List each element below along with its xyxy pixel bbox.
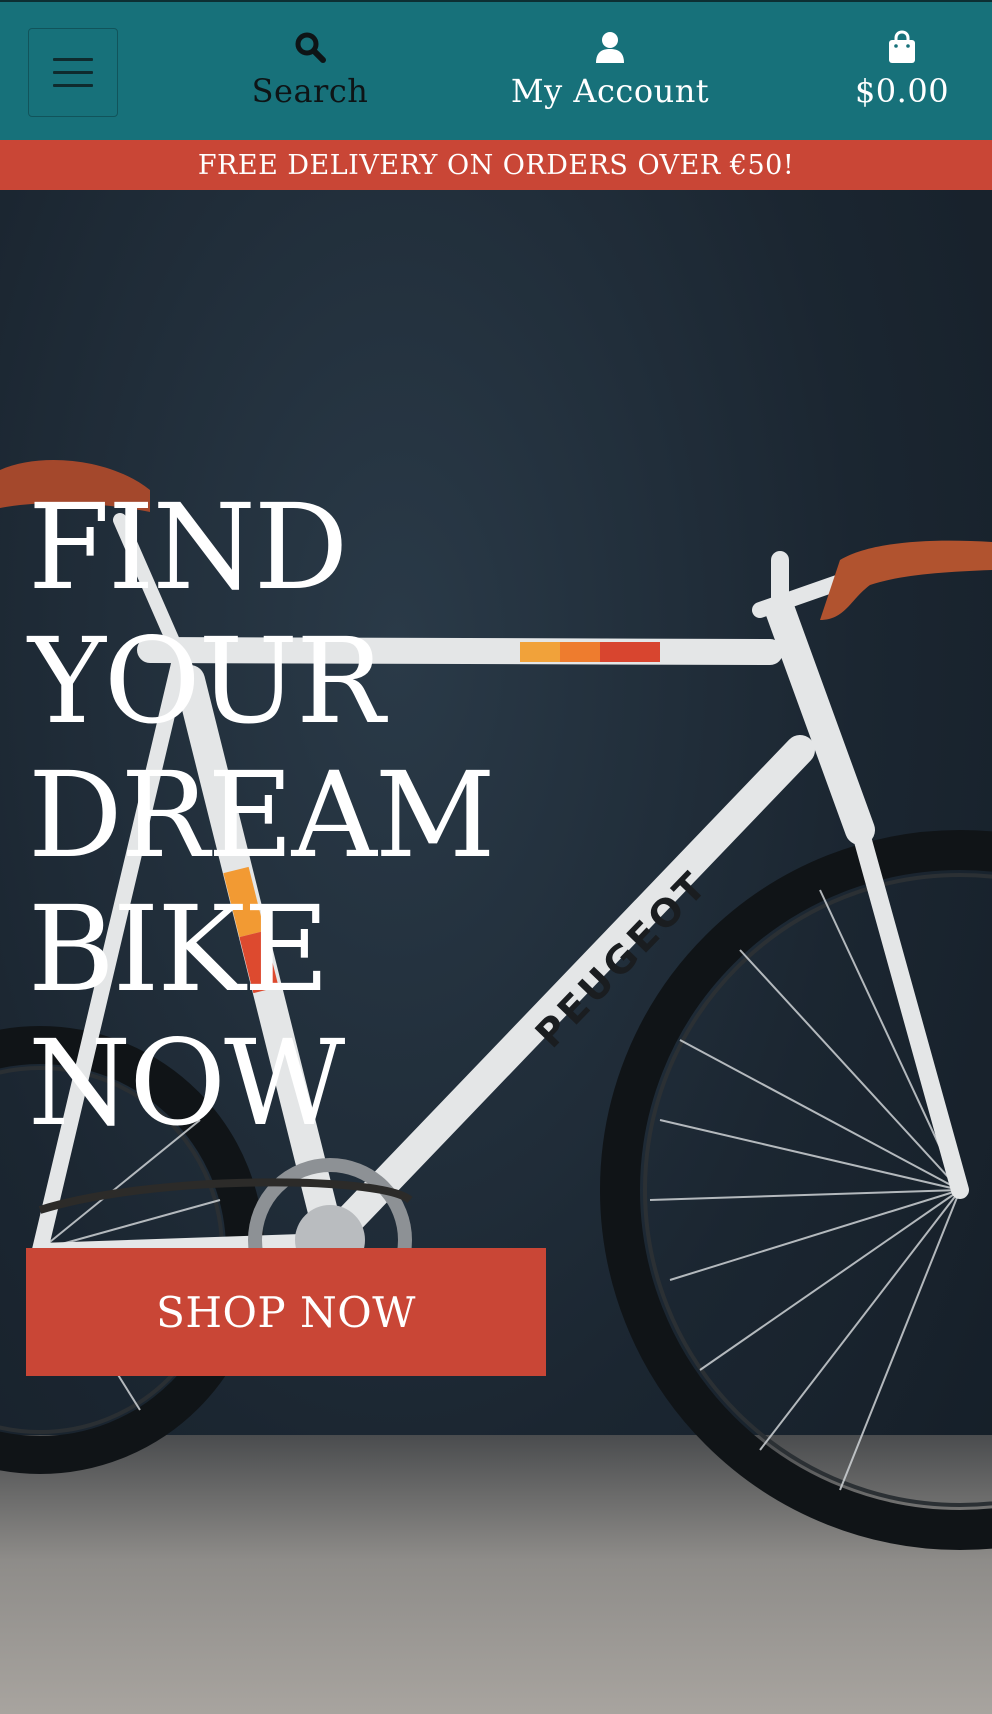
headline-line: FIND <box>28 478 348 616</box>
hero-headline: FIND YOUR DREAM BIKE NOW <box>28 480 548 1150</box>
headline-line: NOW <box>28 1014 345 1152</box>
cart-total: $0.00 <box>854 72 950 110</box>
headline-line: YOUR <box>28 612 385 750</box>
cart-link[interactable]: $0.00 <box>842 30 962 110</box>
headline-line: BIKE <box>28 880 330 1018</box>
top-navigation-bar: Search My Account $0.00 <box>0 0 992 140</box>
headline-line: DREAM <box>28 746 496 884</box>
hamburger-menu-icon <box>53 58 93 61</box>
free-delivery-banner: FREE DELIVERY ON ORDERS OVER €50! <box>0 140 992 190</box>
hamburger-bar <box>53 84 93 87</box>
hero-banner: PEUGEOT FIND YOUR DREAM BIKE NOW SHOP NO… <box>0 190 992 1714</box>
promo-text: FREE DELIVERY ON ORDERS OVER €50! <box>197 149 795 181</box>
my-account-link[interactable]: My Account <box>510 30 710 110</box>
user-icon <box>596 32 624 63</box>
search-link[interactable]: Search <box>232 30 388 110</box>
hamburger-menu-button[interactable] <box>28 28 118 117</box>
search-label: Search <box>251 72 369 110</box>
shop-now-button[interactable]: SHOP NOW <box>26 1248 546 1376</box>
my-account-label: My Account <box>510 72 710 110</box>
search-icon <box>295 32 326 63</box>
hamburger-bar <box>53 71 93 74</box>
shopping-bag-icon <box>889 30 915 63</box>
